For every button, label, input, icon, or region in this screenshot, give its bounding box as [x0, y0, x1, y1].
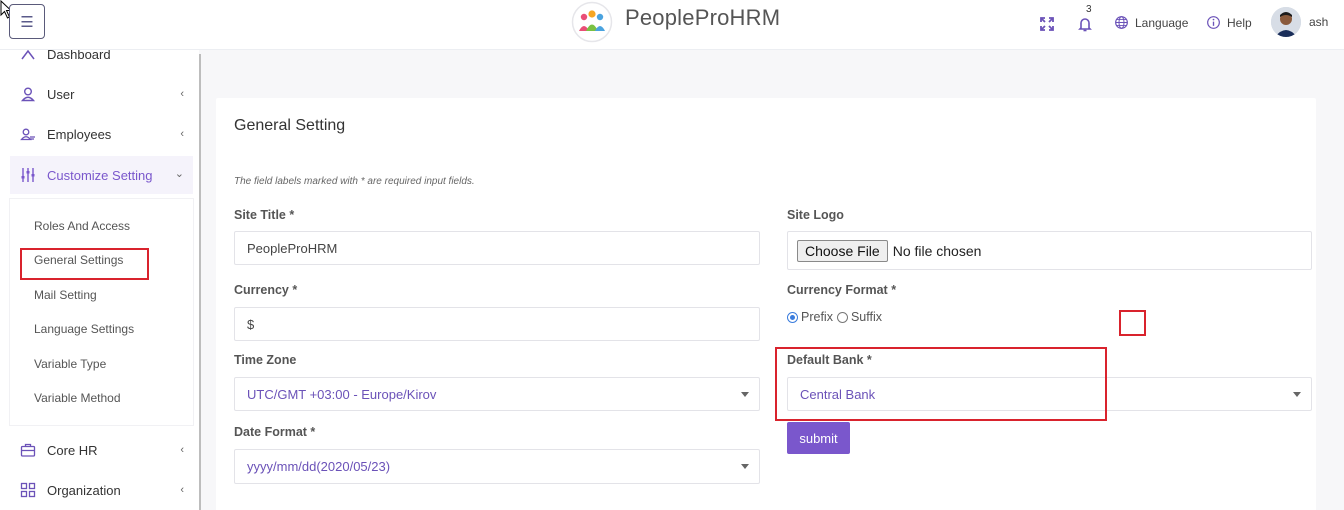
submit-button[interactable]: submit [787, 422, 850, 454]
brand-name: PeopleProHRM [625, 5, 781, 30]
suffix-label: Suffix [850, 310, 882, 324]
sidebar-item-core-hr[interactable]: Core HR ‹ [10, 431, 193, 469]
sidebar-scrollbar[interactable] [199, 54, 201, 510]
sidebar-item-label: Customize Setting [47, 167, 153, 183]
caret-down-icon [741, 392, 749, 397]
prefix-radio[interactable] [787, 311, 798, 323]
choose-file-button[interactable]: Choose File [797, 239, 888, 262]
sidebar-item-label: Core HR [47, 442, 98, 458]
menu-toggle-button[interactable]: ☰ [9, 4, 45, 39]
user-icon [20, 87, 36, 102]
top-header: ☰ PeopleProHRM 3 Language Help ash [0, 0, 1344, 50]
submenu-mail-setting[interactable]: Mail Setting [34, 288, 97, 302]
date-format-select[interactable]: yyyy/mm/dd(2020/05/23) [234, 449, 760, 484]
globe-icon [1115, 16, 1128, 29]
chevron-left-icon: ‹ [180, 128, 184, 140]
sidebar-item-user[interactable]: User ‹ [10, 75, 193, 113]
help-link[interactable]: Help [1206, 15, 1252, 30]
sliders-icon [21, 168, 35, 182]
help-label: Help [1227, 15, 1252, 30]
language-label: Language [1135, 15, 1189, 30]
date-format-value: yyyy/mm/dd(2020/05/23) [247, 459, 391, 474]
chevron-left-icon: ‹ [180, 484, 184, 496]
default-bank-select[interactable]: Central Bank [787, 377, 1312, 411]
file-status: No file chosen [892, 242, 982, 259]
sidebar-item-label: Employees [47, 126, 112, 142]
default-bank-value: Central Bank [800, 386, 876, 402]
sidebar-item-organization[interactable]: Organization ‹ [10, 471, 193, 509]
briefcase-icon [20, 443, 36, 457]
currency-format-radio-group: Prefix Suffix [787, 310, 882, 324]
page-title: General Setting [234, 117, 346, 134]
site-title-label: Site Title * [234, 208, 295, 222]
currency-label: Currency * [234, 283, 298, 297]
brand-logo[interactable]: PeopleProHRM [571, 1, 780, 43]
date-format-label: Date Format * [234, 425, 316, 439]
submenu-variable-method[interactable]: Variable Method [34, 391, 121, 405]
sidebar-item-label: Dashboard [47, 50, 111, 62]
submenu-roles-and-access[interactable]: Roles And Access [34, 219, 130, 233]
employees-icon [20, 128, 35, 141]
fullscreen-icon[interactable] [1038, 15, 1056, 33]
user-name[interactable]: ash [1309, 15, 1328, 29]
sidebar-item-label: User [47, 86, 75, 102]
currency-input[interactable]: $ [234, 307, 760, 341]
sidebar-item-label: Organization [47, 482, 121, 498]
chevron-left-icon: ‹ [180, 444, 184, 456]
language-menu[interactable]: Language [1114, 15, 1188, 30]
caret-down-icon [741, 464, 749, 469]
submenu-variable-type[interactable]: Variable Type [34, 357, 106, 371]
currency-format-label: Currency Format * [787, 283, 897, 297]
required-fields-note: The field labels marked with * are requi… [234, 176, 475, 187]
chevron-left-icon: ‹ [180, 88, 184, 100]
sidebar-item-employees[interactable]: Employees ‹ [10, 115, 193, 153]
user-photo-icon [1271, 7, 1301, 37]
site-logo-file-input[interactable]: Choose File No file chosen [787, 231, 1312, 270]
caret-down-icon [1293, 392, 1301, 397]
notification-count: 3 [1086, 4, 1092, 15]
site-logo-label: Site Logo [787, 208, 844, 222]
avatar[interactable] [1271, 7, 1301, 37]
sidebar-item-customize-setting[interactable]: Customize Setting ⌄ [10, 156, 193, 194]
suffix-radio[interactable] [836, 311, 848, 323]
site-title-input[interactable]: PeopleProHRM [234, 231, 760, 265]
submenu-language-settings[interactable]: Language Settings [34, 322, 134, 336]
sidebar-item-dashboard[interactable]: Dashboard [10, 50, 193, 73]
info-icon [1207, 16, 1220, 29]
dashboard-icon [21, 50, 35, 60]
chevron-down-icon: ⌄ [174, 168, 184, 180]
logo-icon [571, 1, 613, 43]
time-zone-label: Time Zone [234, 353, 297, 367]
bell-icon[interactable] [1076, 15, 1094, 33]
grid-icon [20, 482, 36, 498]
time-zone-value: UTC/GMT +03:00 - Europe/Kirov [247, 386, 437, 402]
time-zone-select[interactable]: UTC/GMT +03:00 - Europe/Kirov [234, 377, 760, 411]
prefix-label: Prefix [801, 310, 833, 324]
default-bank-label: Default Bank * [787, 353, 872, 367]
submenu-general-settings[interactable]: General Settings [34, 253, 123, 267]
hamburger-icon: ☰ [20, 13, 34, 31]
